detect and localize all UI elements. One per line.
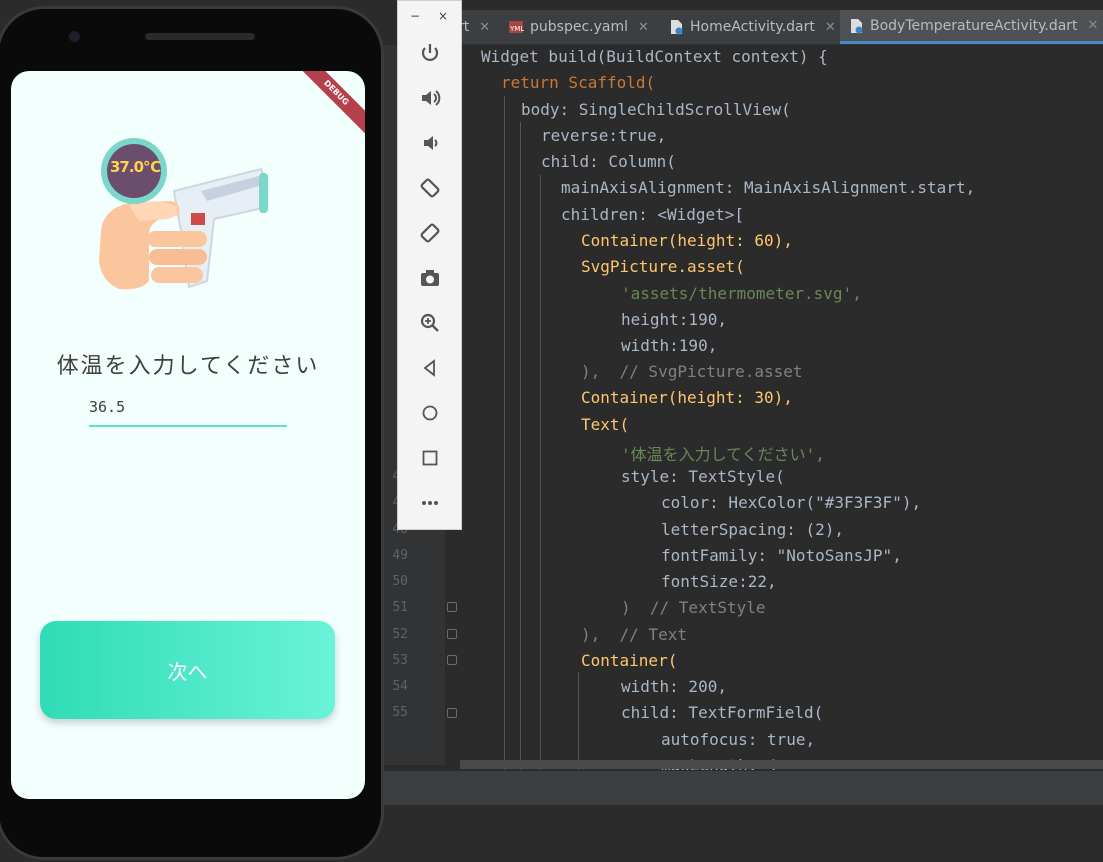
tab-label: BodyTemperatureActivity.dart — [870, 17, 1078, 34]
rotate-right-icon[interactable] — [414, 217, 446, 249]
horizontal-scrollbar[interactable] — [460, 760, 1103, 769]
tab-rt[interactable]: rt ✕ — [458, 10, 490, 44]
code-line: ), // SvgPicture.asset — [581, 362, 803, 381]
code-line: width: 200, — [621, 677, 727, 696]
tab-pubspec[interactable]: YML pubspec.yaml ✕ — [508, 10, 649, 44]
debug-banner: DEBUG — [291, 71, 365, 138]
svg-text:YML: YML — [509, 25, 524, 33]
line-number: 55 — [392, 705, 408, 721]
code-line: Text( — [581, 415, 630, 434]
page-title: 体温を入力してください — [56, 354, 320, 379]
code-line: fontSize:22, — [661, 572, 777, 591]
code-line: SvgPicture.asset( — [581, 257, 745, 276]
volume-down-icon[interactable] — [414, 127, 446, 159]
code-line: Container(height: 30), — [581, 388, 793, 407]
status-bar — [375, 770, 1103, 806]
code-line: letterSpacing: (2), — [661, 520, 845, 539]
indent-guide — [578, 672, 579, 772]
line-number: 49 — [392, 547, 408, 563]
next-button[interactable]: 次へ — [40, 621, 335, 719]
tab-home-activity[interactable]: HomeActivity.dart ✕ — [668, 10, 836, 44]
front-camera — [69, 31, 80, 42]
code-line: ) // TextStyle — [621, 598, 766, 617]
editor-tab-bar: rt ✕ YML pubspec.yaml ✕ HomeActivity.dart ✕… — [440, 10, 1103, 45]
code-line: height:190, — [621, 310, 727, 329]
line-number: 52 — [392, 626, 408, 642]
dart-file-icon — [848, 18, 864, 34]
code-line: fontFamily: "NotoSansJP", — [661, 546, 902, 565]
code-line: width:190, — [621, 336, 718, 355]
tool-window-area — [375, 805, 1103, 862]
zoom-icon[interactable] — [414, 307, 446, 339]
line-number: 50 — [392, 574, 408, 589]
fold-marker-icon[interactable] — [447, 602, 457, 612]
fold-marker-icon[interactable] — [447, 708, 457, 718]
code-line: Container( — [581, 651, 678, 670]
rotate-left-icon[interactable] — [414, 172, 446, 204]
dart-file-icon — [668, 19, 684, 35]
camera-icon[interactable] — [414, 262, 446, 294]
code-line: return Scaffold( — [501, 73, 656, 92]
line-number: 54 — [392, 679, 408, 694]
code-line: color: HexColor("#3F3F3F"), — [661, 493, 922, 512]
code-line: style: TextStyle( — [621, 467, 785, 486]
power-icon[interactable] — [414, 37, 446, 69]
line-number: 51 — [392, 600, 408, 616]
code-line: autofocus: true, — [661, 730, 816, 749]
app-screen: DEBUG 37.0℃ 体温を入力してください 次へ — [11, 71, 365, 799]
temperature-input[interactable] — [89, 389, 287, 427]
overview-icon[interactable] — [414, 442, 446, 474]
thermometer-reading: 37.0℃ — [110, 158, 161, 176]
code-line: body: SingleChildScrollView( — [521, 100, 791, 119]
fold-marker-icon[interactable] — [447, 655, 457, 665]
close-icon[interactable]: ✕ — [825, 20, 836, 35]
indent-guide — [504, 96, 505, 776]
code-line: Widget build(BuildContext context) { — [481, 47, 828, 66]
line-number: 53 — [392, 652, 408, 668]
close-icon[interactable]: × — [438, 9, 448, 23]
yaml-file-icon: YML — [508, 19, 524, 35]
tab-label: HomeActivity.dart — [690, 19, 815, 35]
close-icon[interactable]: ✕ — [1088, 18, 1099, 33]
minimize-icon[interactable]: − — [410, 9, 420, 23]
code-line: ), // Text — [581, 625, 687, 644]
code-line: child: Column( — [541, 152, 676, 171]
fold-marker-icon[interactable] — [447, 629, 457, 639]
code-line: child: TextFormField( — [621, 703, 824, 722]
code-line: reverse:true, — [541, 126, 667, 145]
code-line: 'assets/thermometer.svg', — [621, 284, 862, 303]
emulator-toolbar: − × — [397, 0, 462, 530]
indent-guide — [520, 122, 521, 772]
volume-up-icon[interactable] — [414, 82, 446, 114]
tab-label: pubspec.yaml — [530, 19, 628, 35]
indent-guide — [540, 175, 541, 775]
home-icon[interactable] — [414, 397, 446, 429]
speaker-grille — [145, 33, 255, 40]
code-line: '体温を入力してください', — [621, 445, 825, 464]
code-line: children: <Widget>[ — [561, 205, 745, 224]
back-icon[interactable] — [414, 352, 446, 384]
tab-body-temperature-activity[interactable]: BodyTemperatureActivity.dart ✕ — [840, 10, 1103, 44]
code-line: Container(height: 60), — [581, 231, 793, 250]
close-icon[interactable]: ✕ — [638, 20, 649, 35]
more-icon[interactable] — [414, 487, 446, 519]
code-line: mainAxisAlignment: MainAxisAlignment.sta… — [561, 178, 976, 197]
close-icon[interactable]: ✕ — [479, 20, 490, 35]
